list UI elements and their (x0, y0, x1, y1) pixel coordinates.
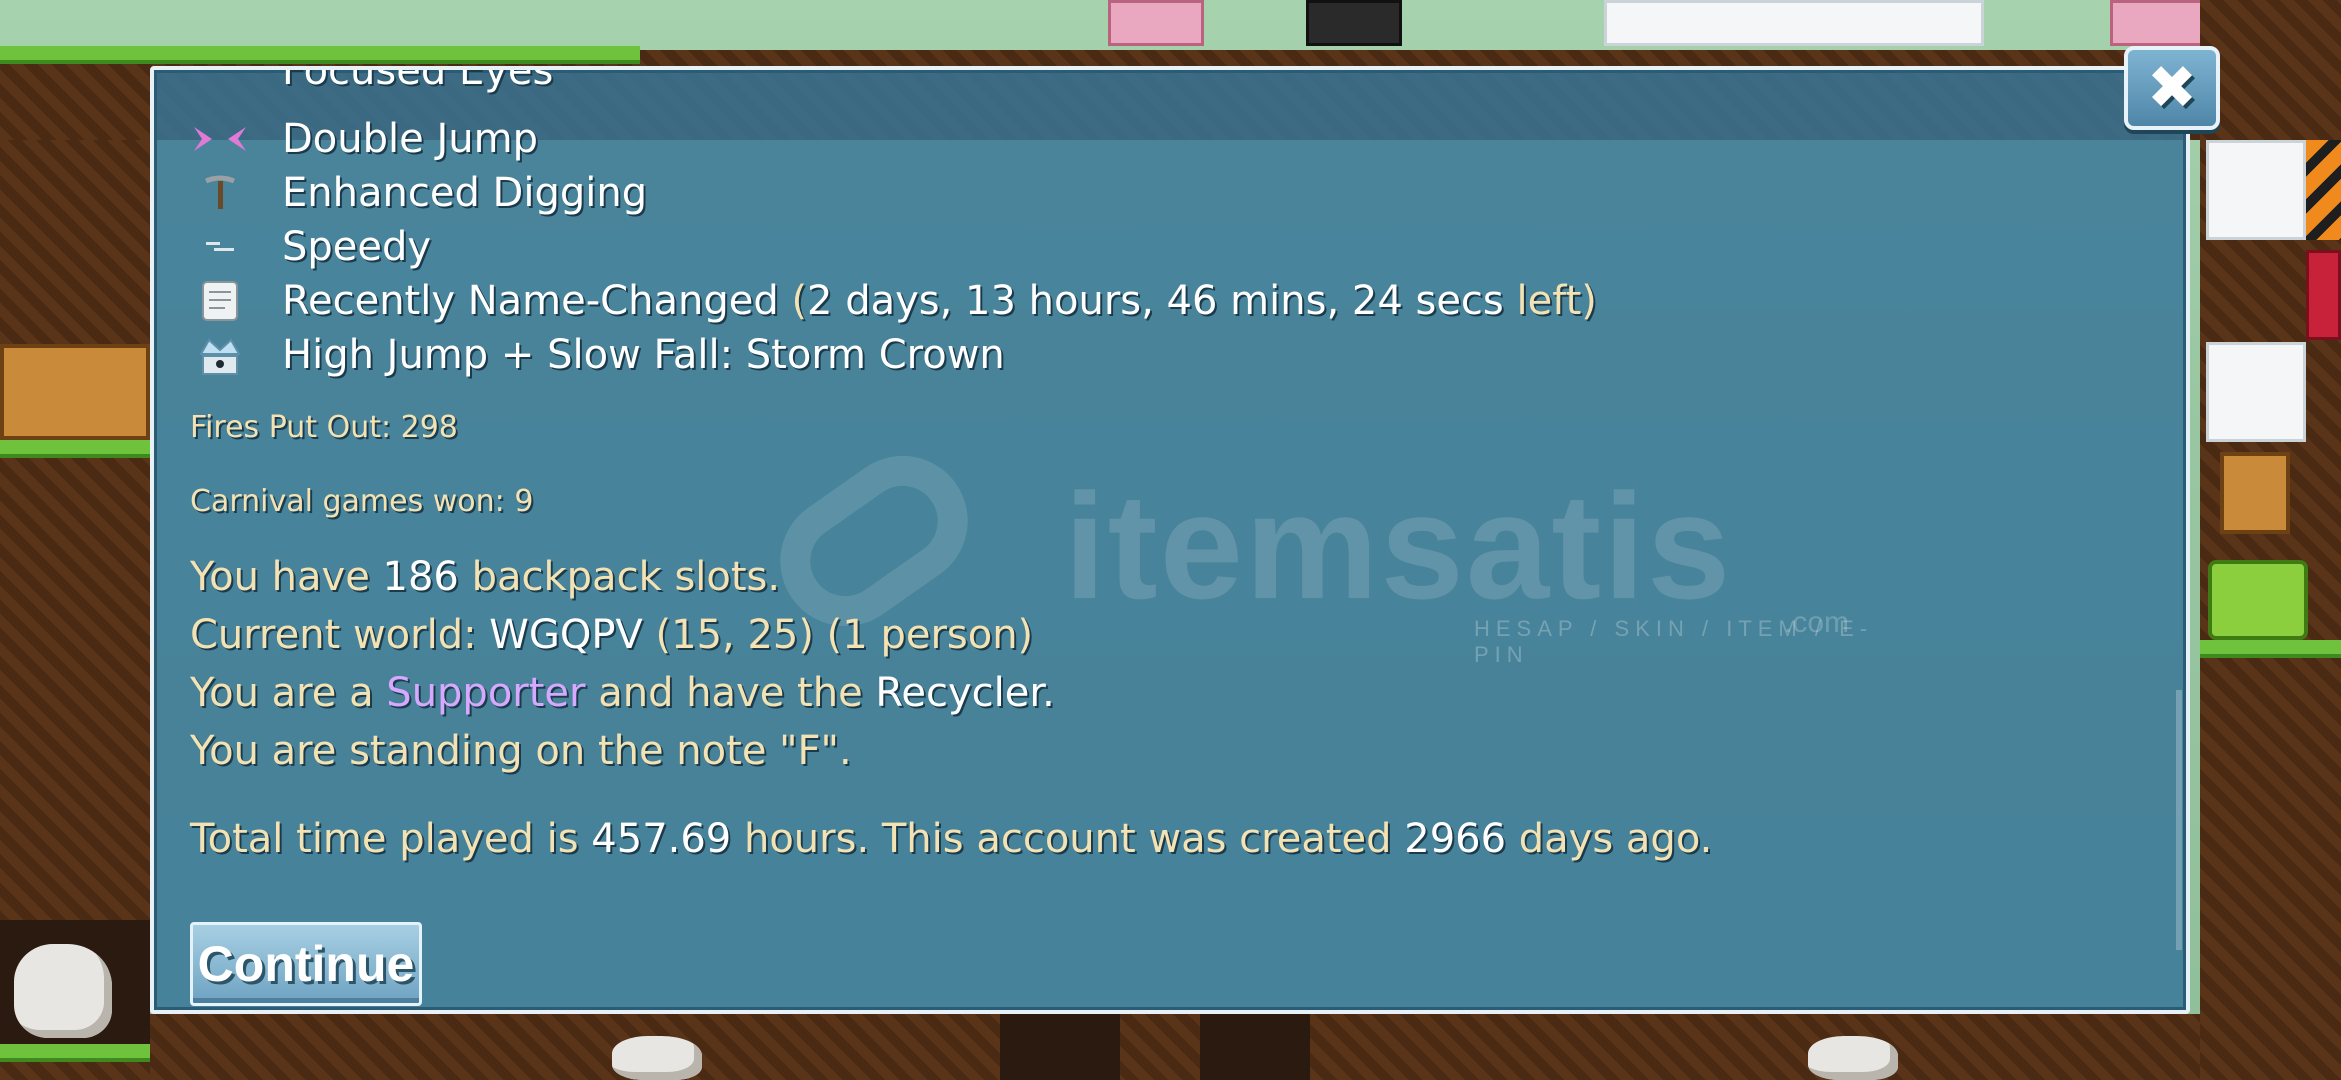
pink-block (2110, 0, 2206, 46)
supporter-role: Supporter (386, 670, 586, 716)
mod-label-name: Recently Name-Changed (282, 278, 779, 324)
supporter-mid: and have the (598, 670, 863, 716)
carnival-games-won: Carnival games won: 9 (190, 484, 534, 519)
dark-dirt (1200, 1014, 1310, 1080)
scrollbar[interactable] (2176, 690, 2182, 950)
wooden-block (0, 344, 150, 440)
door-block (2220, 452, 2290, 534)
watermark-brand: itemsatis (1064, 462, 1733, 630)
mod-time-left: 2 days, 13 hours, 46 mins, 24 secs (807, 278, 1504, 324)
current-world-line: Current world: WGQPV (15, 25) (1 person) (190, 612, 1033, 658)
supporter-pre: You are a (190, 670, 374, 716)
continue-button[interactable]: Continue (190, 922, 422, 1006)
grass-strip (2200, 640, 2341, 658)
fires-put-out: Fires Put Out: 298 (190, 410, 458, 445)
supporter-item: Recycler (875, 670, 1043, 716)
mod-row: Recently Name-Changed (2 days, 13 hours,… (190, 274, 1597, 328)
watermark-tld: .com (1784, 606, 1850, 639)
pickaxe-icon (190, 170, 250, 216)
close-icon: ✖ (2146, 53, 2198, 123)
white-block-row (1604, 0, 1984, 46)
grass-strip (0, 1044, 150, 1062)
backpack-pre: You have (190, 554, 370, 600)
red-block (2306, 250, 2341, 340)
playtime-pre: Total time played is (190, 816, 579, 862)
supporter-post: . (1042, 670, 1055, 716)
hazard-block (2306, 140, 2341, 240)
note-line: You are standing on the note "F". (190, 728, 852, 774)
backpack-slots-value: 186 (382, 554, 459, 600)
mod-paren-open: ( (791, 278, 808, 324)
player-info-dialog: itemsatis HESAP / SKIN / ITEM / E-PIN .c… (150, 66, 2190, 1014)
mod-cutoff-line: Focused Eyes (282, 66, 554, 94)
world-coords: (15, 25) (1 person) (655, 612, 1034, 658)
mod-label: Double Jump (282, 116, 538, 162)
mod-label: Enhanced Digging (282, 170, 648, 216)
boulder (612, 1036, 702, 1080)
backpack-post: backpack slots. (471, 554, 781, 600)
playtime-mid: hours. This account was created (743, 816, 1392, 862)
mod-label: Recently Name-Changed (2 days, 13 hours,… (282, 278, 1597, 324)
grass-strip (0, 440, 150, 458)
mod-row: Speedy (190, 220, 431, 274)
scroll-icon (190, 278, 250, 324)
mod-row: Enhanced Digging (190, 166, 647, 220)
mod-time-tail: left) (1516, 278, 1597, 324)
playtime-post: days ago. (1518, 816, 1713, 862)
backpack-line: You have 186 backpack slots. (190, 554, 780, 600)
mod-label: High Jump + Slow Fall: Storm Crown (282, 332, 1005, 378)
mod-label: Speedy (282, 224, 432, 270)
playtime-line: Total time played is 457.69 hours. This … (190, 816, 1712, 862)
boulder (14, 944, 112, 1038)
close-button[interactable]: ✖ (2124, 46, 2220, 130)
double-jump-icon (190, 116, 250, 162)
dark-dirt (1000, 1014, 1120, 1080)
mod-row: Double Jump (190, 112, 538, 166)
storm-crown-icon (190, 332, 250, 378)
boulder (1808, 1036, 1898, 1080)
dark-block (1306, 0, 1402, 46)
world-lock (2208, 560, 2308, 640)
mod-row: High Jump + Slow Fall: Storm Crown (190, 328, 1005, 382)
supporter-line: You are a Supporter and have the Recycle… (190, 670, 1055, 716)
white-block (2206, 140, 2306, 240)
pink-block (1108, 0, 1204, 46)
watermark-sub: HESAP / SKIN / ITEM / E-PIN (1474, 616, 1874, 667)
playtime-hours: 457.69 (591, 816, 732, 862)
grass-strip (0, 46, 640, 64)
white-block (2206, 342, 2306, 442)
world-name: WGQPV (489, 612, 643, 658)
account-age-days: 2966 (1404, 816, 1507, 862)
world-pre: Current world: (190, 612, 477, 658)
speedy-icon (190, 224, 250, 270)
